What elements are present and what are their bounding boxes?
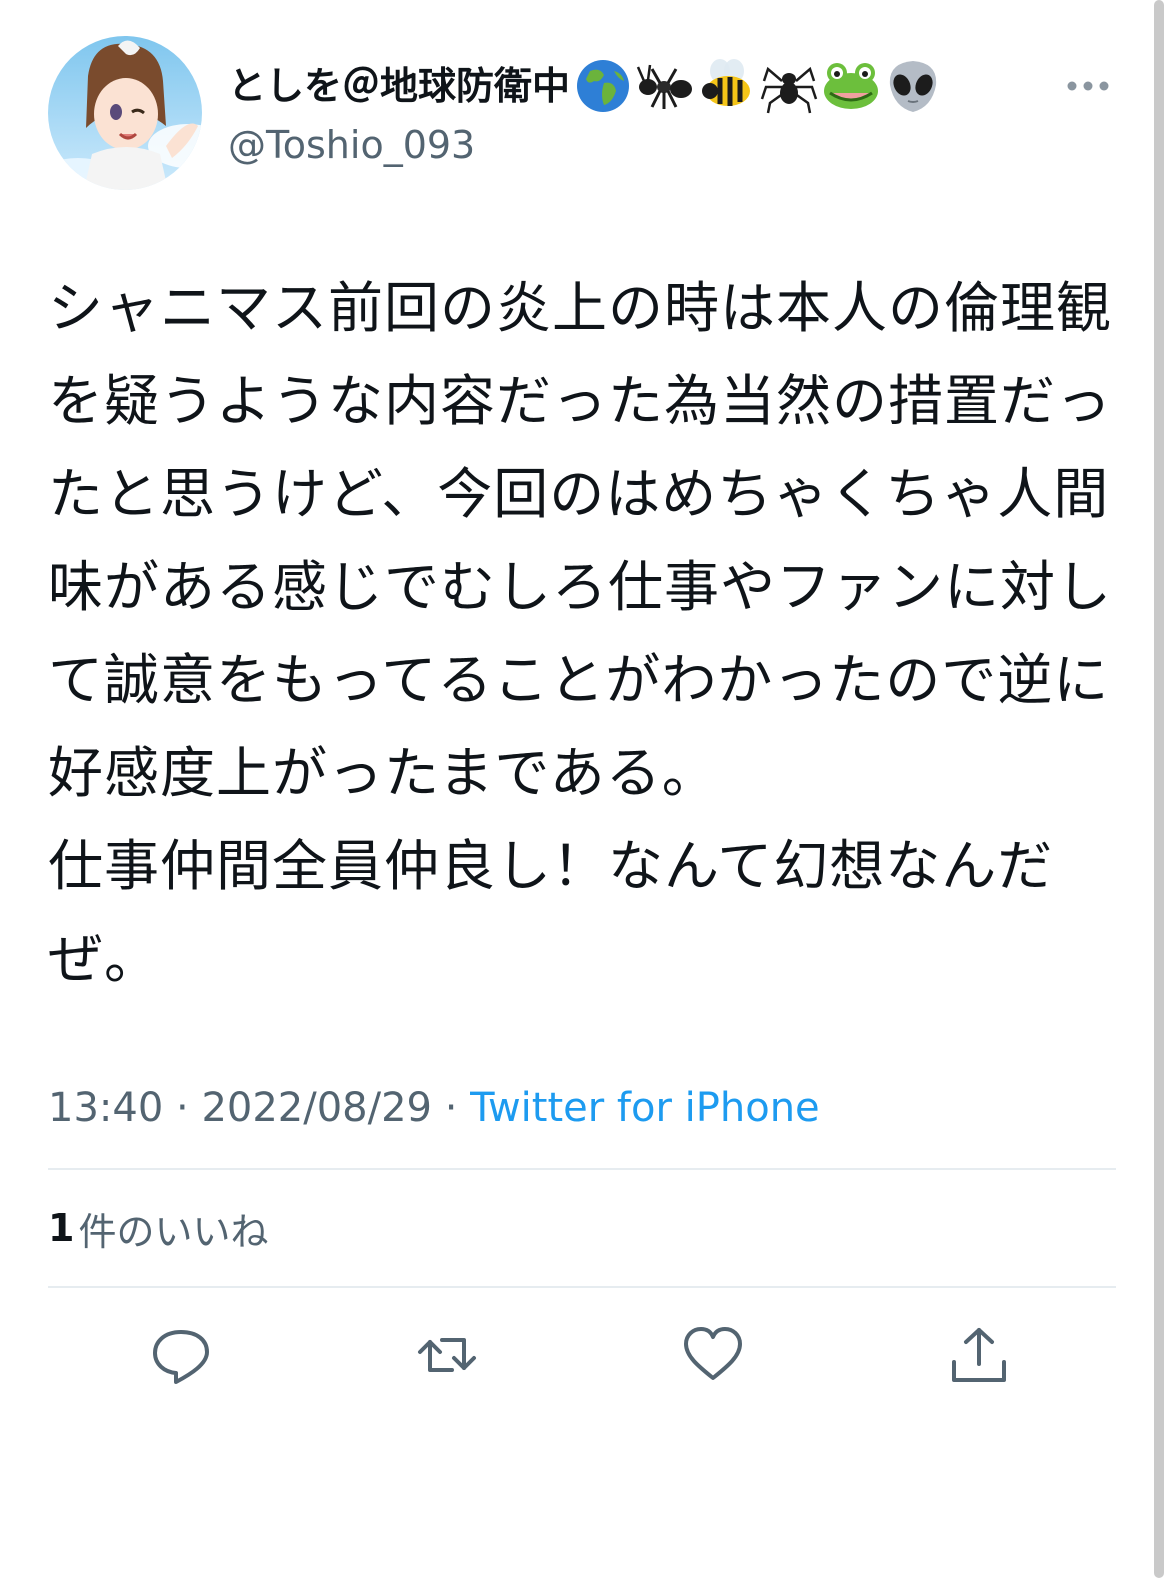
frog-emoji-icon [824,63,879,109]
retweet-icon [418,1338,476,1372]
tweet-header: としを＠地球防衛中 @Toshio_093 [48,36,1116,192]
display-name[interactable]: としを＠地球防衛中 [228,56,946,116]
meta-separator: · [176,1085,189,1131]
reply-button[interactable] [146,1320,216,1390]
like-button[interactable] [678,1320,748,1390]
more-dots-icon [1067,81,1109,91]
tweet-meta: 13:40 · 2022/08/29 · Twitter for iPhone [48,1078,1116,1138]
avatar[interactable] [48,36,202,190]
alien-emoji-icon [889,61,937,112]
likes-count: 1 [48,1206,75,1250]
likes-summary[interactable]: 1 件のいいね [48,1170,1116,1286]
scrollbar[interactable] [1154,0,1164,1578]
retweet-button[interactable] [412,1320,482,1390]
ant-emoji-icon [636,64,693,109]
display-name-text: としを＠地球防衛中 [228,64,571,108]
tweet-source-link[interactable]: Twitter for iPhone [470,1085,820,1131]
tweet: としを＠地球防衛中 @Toshio_093 シャニマス前回の炎上の時は本人の倫理… [48,36,1116,1428]
share-button[interactable] [944,1320,1014,1390]
meta-separator: · [444,1085,458,1131]
bee-emoji-icon [702,59,751,106]
likes-label: 件のいいね [78,1209,269,1254]
globe-emoji-icon [577,60,630,112]
action-bar [48,1288,1116,1428]
spider-emoji-icon [760,66,818,114]
more-options-button[interactable] [1066,76,1110,96]
user-handle[interactable]: @Toshio_093 [228,120,946,170]
heart-icon [684,1327,742,1380]
user-name-block: としを＠地球防衛中 @Toshio_093 [228,56,946,170]
tweet-date: 2022/08/29 [201,1085,432,1131]
reply-icon [153,1330,209,1384]
share-icon [952,1328,1006,1382]
tweet-text: シャニマス前回の炎上の時は本人の倫理観を疑うような内容だった為当然の措置だったと… [48,276,1113,991]
name-emojis [574,57,946,115]
tweet-time: 13:40 [48,1085,164,1131]
